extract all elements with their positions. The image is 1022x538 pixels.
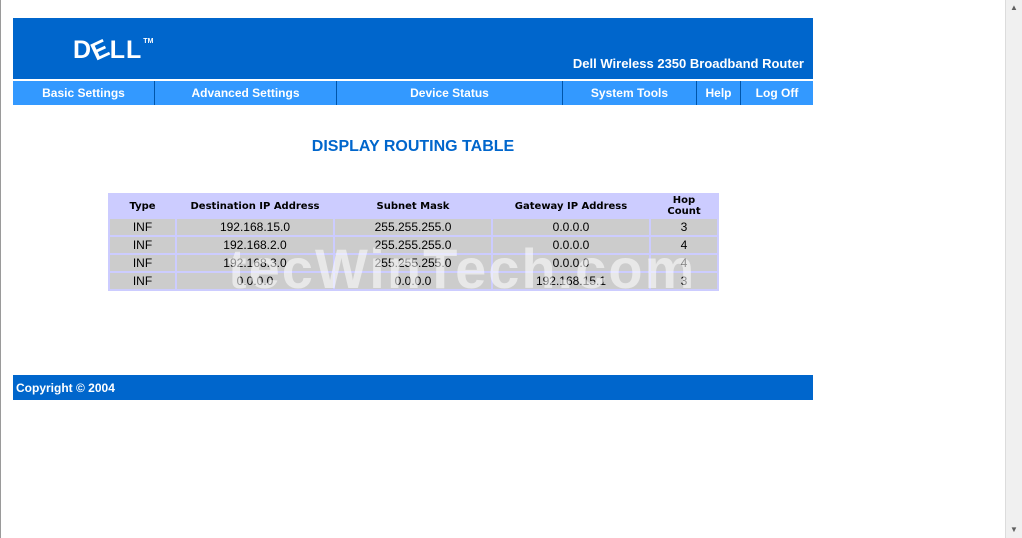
cell-hop-count: 4: [649, 253, 719, 273]
cell-type: INF: [108, 217, 177, 237]
page-title: DISPLAY ROUTING TABLE: [311, 138, 515, 155]
table-header-row: Type Destination IP Address Subnet Mask …: [108, 193, 719, 219]
nav-log-off[interactable]: Log Off: [741, 81, 813, 105]
header-banner: DELLTM Dell Wireless 2350 Broadband Rout…: [13, 18, 813, 79]
column-header-destination: Destination IP Address: [175, 193, 335, 219]
nav-basic-settings[interactable]: Basic Settings: [13, 81, 155, 105]
cell-hop-count: 3: [649, 217, 719, 237]
column-header-hop-count: Hop Count: [649, 193, 719, 219]
table-row: INF 0.0.0.0 0.0.0.0 192.168.15.1 3: [108, 271, 719, 291]
cell-subnet-mask: 255.255.255.0: [333, 235, 493, 255]
table-row: INF 192.168.3.0 255.255.255.0 0.0.0.0 4: [108, 253, 719, 273]
product-name: Dell Wireless 2350 Broadband Router: [572, 56, 804, 71]
nav-advanced-settings[interactable]: Advanced Settings: [155, 81, 337, 105]
cell-hop-count: 4: [649, 235, 719, 255]
footer-bar: Copyright © 2004: [13, 375, 813, 400]
arrow-down-icon[interactable]: ▼: [1006, 522, 1022, 538]
column-header-subnet-mask: Subnet Mask: [333, 193, 493, 219]
logo-trademark: TM: [143, 38, 154, 45]
cell-type: INF: [108, 271, 177, 291]
copyright-text: Copyright © 2004: [16, 381, 115, 395]
cell-subnet-mask: 255.255.255.0: [333, 217, 493, 237]
cell-gateway: 192.168.15.1: [491, 271, 651, 291]
cell-subnet-mask: 255.255.255.0: [333, 253, 493, 273]
vertical-scrollbar[interactable]: ▲ ▼: [1005, 0, 1022, 538]
routing-table: Type Destination IP Address Subnet Mask …: [108, 193, 719, 291]
cell-type: INF: [108, 235, 177, 255]
table-row: INF 192.168.2.0 255.255.255.0 0.0.0.0 4: [108, 235, 719, 255]
table-row: INF 192.168.15.0 255.255.255.0 0.0.0.0 3: [108, 217, 719, 237]
cell-destination: 192.168.2.0: [175, 235, 335, 255]
cell-subnet-mask: 0.0.0.0: [333, 271, 493, 291]
cell-destination: 192.168.3.0: [175, 253, 335, 273]
cell-gateway: 0.0.0.0: [491, 253, 651, 273]
cell-destination: 0.0.0.0: [175, 271, 335, 291]
cell-destination: 192.168.15.0: [175, 217, 335, 237]
window-left-border: [0, 0, 1, 538]
nav-system-tools[interactable]: System Tools: [563, 81, 697, 105]
column-header-type: Type: [108, 193, 177, 219]
column-header-gateway: Gateway IP Address: [491, 193, 651, 219]
cell-gateway: 0.0.0.0: [491, 235, 651, 255]
logo-text: DELL: [73, 33, 143, 67]
dell-logo: DELLTM: [73, 33, 154, 67]
main-nav: Basic Settings Advanced Settings Device …: [13, 81, 813, 105]
cell-gateway: 0.0.0.0: [491, 217, 651, 237]
nav-device-status[interactable]: Device Status: [337, 81, 563, 105]
cell-hop-count: 3: [649, 271, 719, 291]
nav-help[interactable]: Help: [697, 81, 741, 105]
arrow-up-icon[interactable]: ▲: [1006, 0, 1022, 16]
router-admin-page: DELLTM Dell Wireless 2350 Broadband Rout…: [0, 0, 1022, 538]
cell-type: INF: [108, 253, 177, 273]
